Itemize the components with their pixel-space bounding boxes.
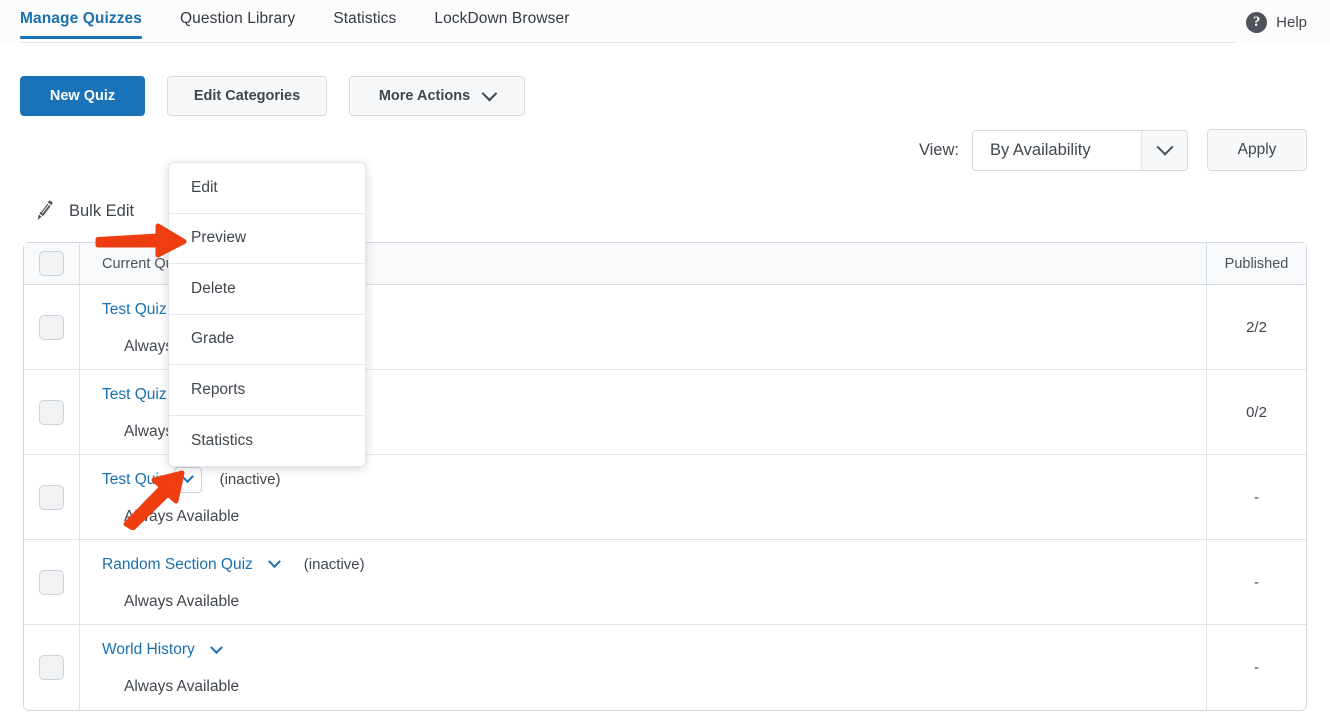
tab-question-library[interactable]: Question Library — [180, 10, 295, 39]
menu-item-reports[interactable]: Reports — [169, 365, 365, 416]
row-published-value: - — [1206, 455, 1306, 539]
help-label: Help — [1276, 14, 1307, 31]
menu-item-edit[interactable]: Edit — [169, 163, 365, 214]
nav-tab-list: Manage Quizzes Question Library Statisti… — [20, 10, 607, 39]
edit-categories-button-label: Edit Categories — [194, 88, 300, 104]
tab-manage-quizzes[interactable]: Manage Quizzes — [20, 10, 142, 39]
new-quiz-button[interactable]: New Quiz — [20, 76, 145, 116]
row-actions-chevron-icon[interactable] — [264, 554, 286, 576]
menu-item-statistics[interactable]: Statistics — [169, 416, 365, 467]
tab-statistics[interactable]: Statistics — [333, 10, 396, 39]
quiz-title-line: Random Section Quiz (inactive) — [102, 554, 1206, 576]
more-actions-button[interactable]: More Actions — [349, 76, 525, 116]
row-published-value: - — [1206, 625, 1306, 710]
row-checkbox[interactable] — [39, 570, 64, 595]
select-all-cell — [24, 243, 80, 284]
row-checkbox[interactable] — [39, 400, 64, 425]
row-main-cell: Random Section Quiz (inactive) Always Av… — [80, 540, 1206, 624]
edit-categories-button[interactable]: Edit Categories — [167, 76, 327, 116]
table-row[interactable]: Random Section Quiz (inactive) Always Av… — [24, 540, 1306, 625]
top-navigation-bar: Manage Quizzes Question Library Statisti… — [0, 0, 1330, 43]
quiz-status-badge: (inactive) — [220, 471, 281, 488]
row-published-value: - — [1206, 540, 1306, 624]
view-select-value: By Availability — [973, 131, 1141, 170]
quiz-title-line: Test Quiz (inactive) — [102, 469, 1206, 491]
menu-item-delete-label: Delete — [191, 280, 236, 298]
row-actions-chevron-icon[interactable] — [174, 467, 202, 493]
help-button[interactable]: ? Help — [1246, 12, 1307, 33]
row-main-cell: World History Always Available — [80, 625, 1206, 710]
row-published-value: 0/2 — [1206, 370, 1306, 454]
pencil-icon — [33, 199, 57, 223]
menu-item-statistics-label: Statistics — [191, 432, 253, 450]
menu-item-grade-label: Grade — [191, 330, 234, 348]
quiz-name-link[interactable]: Test Quiz — [102, 301, 167, 319]
header-published-label: Published — [1225, 256, 1289, 272]
quiz-name-link[interactable]: World History — [102, 641, 195, 659]
menu-item-delete[interactable]: Delete — [169, 264, 365, 315]
tab-lockdown-browser[interactable]: LockDown Browser — [434, 10, 569, 39]
tab-question-library-label: Question Library — [180, 10, 295, 27]
select-all-checkbox[interactable] — [39, 251, 64, 276]
row-checkbox-cell — [24, 285, 80, 369]
quiz-availability: Always Available — [102, 593, 1206, 611]
view-filter-row: View: By Availability Apply — [919, 129, 1307, 171]
quiz-context-menu: Edit Preview Delete Grade Reports Statis… — [168, 162, 366, 467]
table-row[interactable]: Test Quiz (inactive) Always Available - — [24, 455, 1306, 540]
menu-item-reports-label: Reports — [191, 381, 245, 399]
quiz-availability: Always Available — [102, 678, 1206, 696]
bulk-edit-button[interactable]: Bulk Edit — [33, 199, 134, 223]
view-label: View: — [919, 141, 959, 160]
menu-item-preview[interactable]: Preview — [169, 214, 365, 265]
question-circle-icon: ? — [1246, 12, 1267, 33]
menu-item-edit-label: Edit — [191, 179, 218, 197]
quiz-management-page: Manage Quizzes Question Library Statisti… — [0, 0, 1330, 722]
quiz-title-line: World History — [102, 639, 1206, 661]
quiz-name-link[interactable]: Random Section Quiz — [102, 556, 253, 574]
tab-statistics-label: Statistics — [333, 10, 396, 27]
row-checkbox-cell — [24, 625, 80, 710]
chevron-down-icon — [1156, 139, 1173, 156]
row-published-value: 2/2 — [1206, 285, 1306, 369]
action-button-row: New Quiz Edit Categories More Actions — [20, 76, 525, 116]
row-checkbox-cell — [24, 455, 80, 539]
more-actions-button-label: More Actions — [379, 88, 470, 104]
row-checkbox[interactable] — [39, 655, 64, 680]
nav-divider — [20, 42, 1235, 43]
row-main-cell: Test Quiz (inactive) Always Available — [80, 455, 1206, 539]
chevron-down-icon — [482, 85, 498, 101]
bulk-edit-label: Bulk Edit — [69, 202, 134, 221]
tab-manage-quizzes-label: Manage Quizzes — [20, 10, 142, 27]
row-actions-chevron-icon[interactable] — [206, 639, 228, 661]
view-select-arrow[interactable] — [1141, 131, 1187, 170]
row-checkbox-cell — [24, 370, 80, 454]
header-current-quizzes-label: Current Qu — [102, 256, 174, 272]
row-checkbox[interactable] — [39, 315, 64, 340]
menu-item-grade[interactable]: Grade — [169, 315, 365, 366]
apply-button[interactable]: Apply — [1207, 129, 1307, 171]
tab-lockdown-browser-label: LockDown Browser — [434, 10, 569, 27]
new-quiz-button-label: New Quiz — [50, 88, 115, 104]
menu-item-preview-label: Preview — [191, 229, 246, 247]
quiz-name-link[interactable]: Test Quiz — [102, 386, 167, 404]
apply-button-label: Apply — [1238, 141, 1277, 159]
quiz-status-badge: (inactive) — [304, 556, 365, 573]
header-published: Published — [1206, 243, 1306, 284]
view-select[interactable]: By Availability — [972, 130, 1188, 171]
row-checkbox[interactable] — [39, 485, 64, 510]
quiz-name-link[interactable]: Test Quiz — [102, 471, 167, 489]
table-row[interactable]: World History Always Available - — [24, 625, 1306, 710]
row-checkbox-cell — [24, 540, 80, 624]
quiz-availability: Always Available — [102, 508, 1206, 526]
